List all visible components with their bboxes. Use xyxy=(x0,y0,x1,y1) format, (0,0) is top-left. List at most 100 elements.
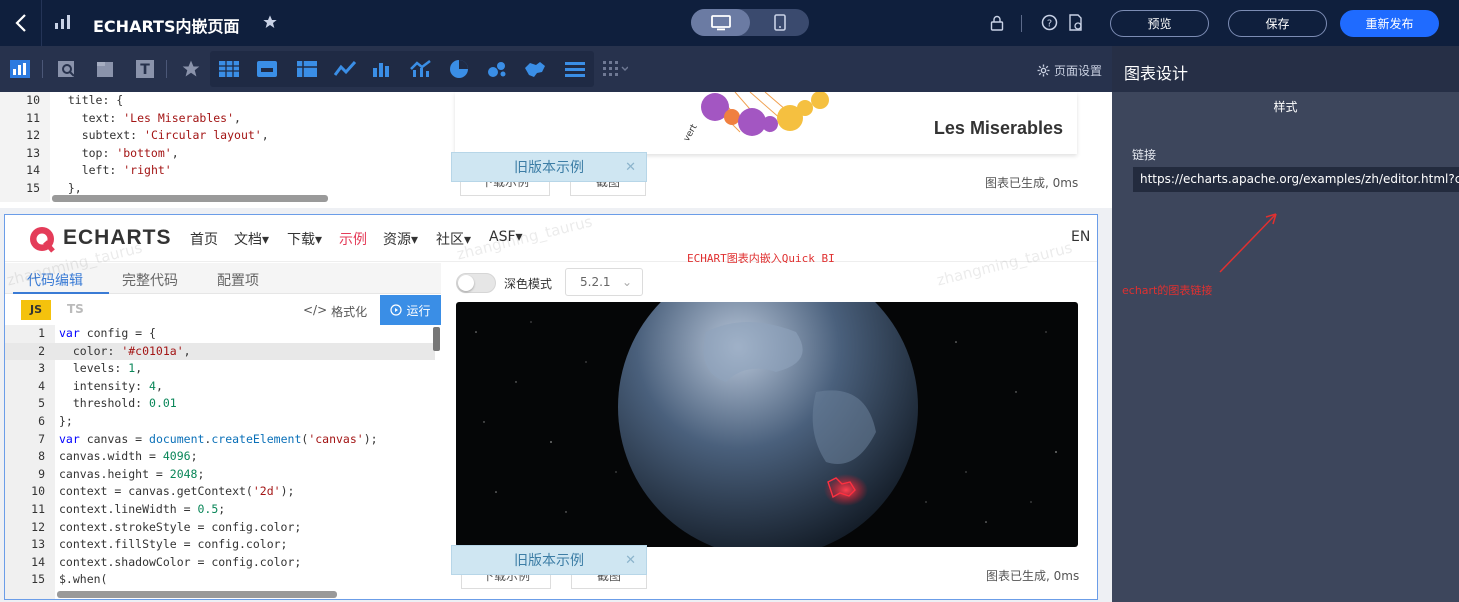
tab-container-icon[interactable] xyxy=(90,54,120,84)
line-number: 3 xyxy=(38,361,45,376)
panel-header: 图表设计 xyxy=(1112,46,1459,92)
close-icon[interactable]: ✕ xyxy=(625,546,636,576)
old-version-label: 旧版本示例 xyxy=(514,160,584,176)
toolbar-divider xyxy=(166,60,167,78)
chart-title: Les Miserables xyxy=(933,118,1063,138)
bar-chart-icon[interactable] xyxy=(367,54,397,84)
line-number: 10 xyxy=(26,93,40,107)
query-control-icon[interactable] xyxy=(52,54,82,84)
tablet-icon xyxy=(773,14,786,31)
code-token: , xyxy=(234,110,241,125)
favorite-star-icon[interactable] xyxy=(176,54,206,84)
line-number: 15 xyxy=(31,572,45,587)
star-icon[interactable] xyxy=(262,14,278,30)
code-line: 9 canvas.height = 2048; xyxy=(5,466,435,484)
run-button[interactable]: 运行 xyxy=(380,295,441,325)
graph-nodes-decoration: vert xyxy=(682,92,829,144)
svg-text:vert: vert xyxy=(682,122,700,143)
pie-chart-icon[interactable] xyxy=(444,54,474,84)
code-token: ; xyxy=(190,449,198,464)
code-line: 14 context.shadowColor = config.color; xyxy=(5,554,435,572)
kpi-card-icon[interactable] xyxy=(252,54,282,84)
lock-icon[interactable] xyxy=(990,15,1004,31)
code-icon: </> xyxy=(303,303,328,317)
table-chart-icon[interactable] xyxy=(214,54,244,84)
page-settings-label: 页面设置 xyxy=(1054,64,1103,78)
tab-style[interactable]: 样式 xyxy=(1112,98,1459,115)
horizontal-scrollbar[interactable] xyxy=(57,591,337,598)
help-icon[interactable]: ? xyxy=(1041,14,1058,31)
top-bar: ECHARTS内嵌页面 ? 预览 保存 重新发布 xyxy=(0,0,1459,46)
ts-language-toggle[interactable]: TS xyxy=(67,302,84,316)
crosstab-icon[interactable] xyxy=(292,54,322,84)
tab-full-code[interactable]: 完整代码 xyxy=(122,270,178,290)
vertical-scrollbar[interactable] xyxy=(433,327,440,351)
line-number: 6 xyxy=(38,413,45,428)
switch-knob xyxy=(458,275,474,291)
line-chart-icon[interactable] xyxy=(330,54,360,84)
chart-type-group xyxy=(210,51,594,87)
code-line: 3 levels: 1, xyxy=(5,360,435,378)
line-number: 14 xyxy=(26,163,40,178)
code-token: title: { xyxy=(54,93,124,107)
combo-chart-icon[interactable] xyxy=(406,54,436,84)
link-label: 链接 xyxy=(1132,148,1157,162)
nav-item[interactable]: 下载▾ xyxy=(287,229,322,249)
chart-status: 图表已生成, 0ms xyxy=(985,176,1079,190)
tab-options[interactable]: 配置项 xyxy=(217,270,259,290)
nav-item[interactable]: 首页 xyxy=(190,229,218,249)
mobile-view-toggle[interactable] xyxy=(750,9,809,36)
bubble-chart-icon[interactable] xyxy=(482,54,512,84)
code-line: 1 var config = { xyxy=(5,325,435,343)
list-chart-icon[interactable] xyxy=(560,54,590,84)
code-token: threshold: xyxy=(59,396,150,411)
chart-design-panel: 图表设计 样式 链接 https://echarts.apache.org/ex… xyxy=(1112,46,1459,602)
version-select[interactable]: 5.2.1 ⌄ xyxy=(565,268,643,296)
text-icon[interactable]: T xyxy=(130,54,160,84)
code-token: }; xyxy=(59,413,73,428)
chevron-left-icon xyxy=(14,14,26,32)
globe-graphic xyxy=(475,302,1057,547)
code-token: '#c0101a' xyxy=(121,343,184,358)
document-check-icon[interactable] xyxy=(1068,14,1084,31)
language-switch[interactable]: EN xyxy=(1071,229,1090,245)
format-button[interactable]: </> 格式化 xyxy=(303,303,367,320)
code-block: 10 title: {11 text: 'Les Miserables', 12 … xyxy=(0,92,440,198)
bar-chart-icon xyxy=(55,15,70,29)
page-settings-button[interactable]: 页面设置 xyxy=(1037,62,1102,79)
upper-echarts-component: 10 title: {11 text: 'Les Miserables', 12 … xyxy=(0,92,1112,208)
line-number: 1 xyxy=(38,326,45,340)
back-button[interactable] xyxy=(0,0,42,46)
code-token: context.shadowColor = config.color; xyxy=(59,554,302,569)
dark-mode-switch[interactable] xyxy=(456,273,496,293)
nav-item[interactable]: 示例 xyxy=(339,229,367,249)
line-number: 13 xyxy=(26,145,40,160)
code-line: 2 color: '#c0101a', xyxy=(5,343,435,361)
code-token: left: xyxy=(54,163,124,178)
old-version-banner[interactable]: 旧版本示例 ✕ xyxy=(451,152,647,182)
code-token: ; xyxy=(218,501,226,516)
desktop-view-toggle[interactable] xyxy=(691,9,750,36)
link-input[interactable]: https://echarts.apache.org/examples/zh/e… xyxy=(1133,167,1459,192)
old-version-banner[interactable]: 旧版本示例 ✕ xyxy=(451,545,647,575)
code-token: ); xyxy=(363,431,378,446)
preview-button[interactable]: 预览 xyxy=(1110,10,1209,37)
code-line: 11 context.lineWidth = 0.5; xyxy=(5,501,435,519)
map-chart-icon[interactable] xyxy=(520,54,550,84)
close-icon[interactable]: ✕ xyxy=(625,153,636,183)
js-language-toggle[interactable]: JS xyxy=(21,300,51,320)
code-token: , xyxy=(135,361,143,376)
code-token: , xyxy=(183,343,191,358)
annotation-arrow xyxy=(1219,213,1277,273)
more-grid-icon[interactable] xyxy=(600,54,630,84)
horizontal-scrollbar[interactable] xyxy=(52,195,328,202)
monitor-icon xyxy=(710,14,731,30)
save-button[interactable]: 保存 xyxy=(1228,10,1327,37)
main-code-editor[interactable]: 1 var config = {2 color: '#c0101a', 3 leve… xyxy=(5,325,441,599)
code-line: 13 top: 'bottom', xyxy=(0,145,440,163)
republish-button[interactable]: 重新发布 xyxy=(1340,10,1439,37)
nav-item[interactable]: 资源▾ xyxy=(383,229,418,249)
nav-item[interactable]: 文档▾ xyxy=(234,229,269,249)
dashboard-icon[interactable] xyxy=(5,54,35,84)
code-token: 4096 xyxy=(162,449,191,464)
